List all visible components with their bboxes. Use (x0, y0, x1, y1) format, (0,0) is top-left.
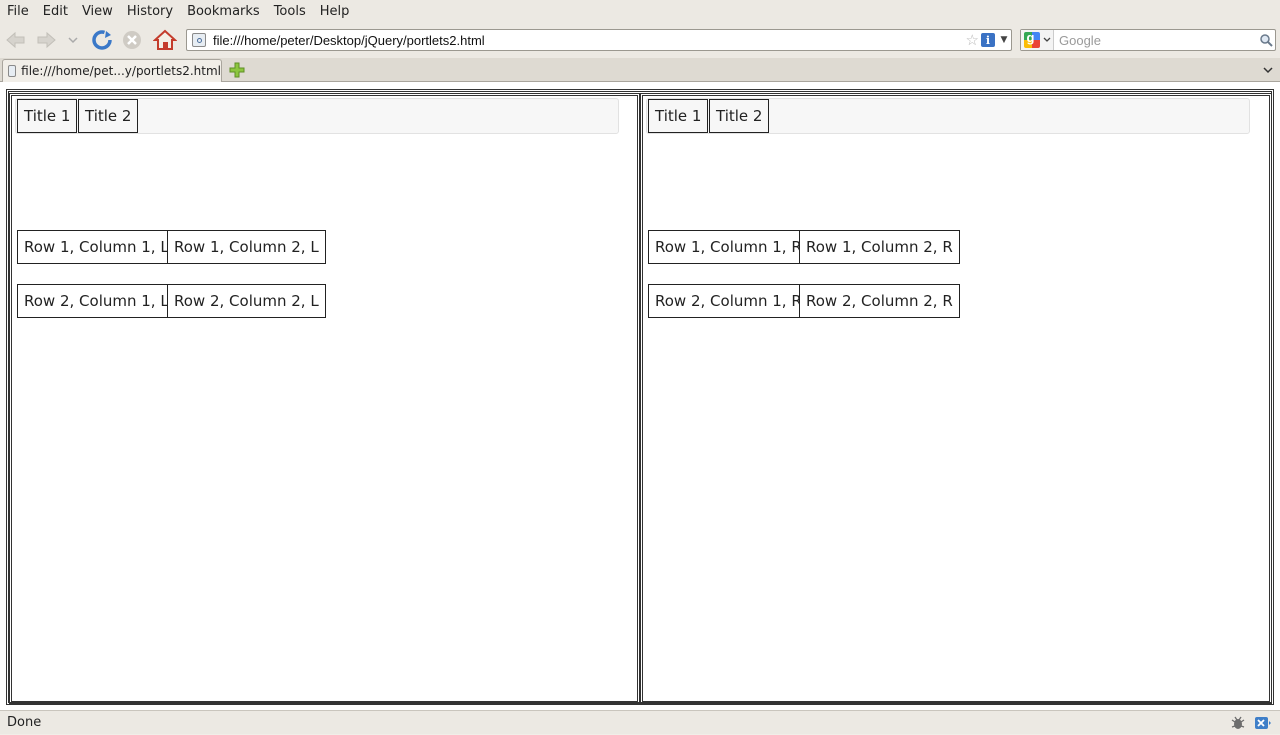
firebug-icon[interactable] (1230, 715, 1246, 735)
menu-edit[interactable]: Edit (36, 4, 75, 19)
tab-list-button[interactable] (1260, 62, 1276, 78)
menu-bar: File Edit View History Bookmarks Tools H… (0, 0, 1280, 22)
url-bar[interactable]: file:///home/peter/Desktop/jQuery/portle… (186, 29, 1012, 51)
stop-icon[interactable] (120, 28, 144, 52)
url-dropdown-icon[interactable]: ▼ (997, 30, 1011, 50)
menu-file[interactable]: File (0, 4, 36, 19)
page-info-icon[interactable]: i (981, 33, 995, 47)
table-cell[interactable]: Row 2, Column 1, R (648, 284, 809, 318)
header-cell-title-1[interactable]: Title 1 (17, 99, 78, 133)
table-cell[interactable]: Row 2, Column 2, L (167, 284, 326, 318)
search-bar[interactable]: Google (1020, 29, 1276, 51)
header-row: Title 1 Title 2 (15, 98, 619, 134)
header-cell-title-2[interactable]: Title 2 (709, 99, 770, 133)
tab-portlets2[interactable]: file:///home/pet...y/portlets2.html (2, 59, 222, 82)
url-text[interactable]: file:///home/peter/Desktop/jQuery/portle… (213, 33, 966, 48)
table-cell[interactable]: Row 1, Column 1, L (17, 230, 176, 264)
plus-icon (229, 62, 245, 78)
portlet-panel-right: Title 1 Title 2 Row 1, Column 1, R Row 1… (640, 93, 1272, 704)
status-icons (1230, 715, 1272, 735)
addon-status-icon[interactable] (1254, 715, 1272, 735)
table-cell[interactable]: Row 1, Column 2, R (799, 230, 960, 264)
tab-strip: file:///home/pet...y/portlets2.html (0, 58, 1280, 82)
table-cell[interactable]: Row 2, Column 1, L (17, 284, 176, 318)
header-row: Title 1 Title 2 (646, 98, 1250, 134)
menu-bookmarks[interactable]: Bookmarks (180, 4, 267, 19)
search-input[interactable]: Google (1059, 33, 1257, 48)
status-text: Done (7, 715, 42, 730)
new-tab-button[interactable] (228, 61, 246, 79)
menu-help[interactable]: Help (313, 4, 357, 19)
search-engine-selector[interactable] (1021, 30, 1054, 50)
page-content: Title 1 Title 2 Row 1, Column 1, L Row 1… (0, 82, 1280, 710)
portlet-panel-left: Title 1 Title 2 Row 1, Column 1, L Row 1… (9, 93, 640, 704)
navigation-toolbar: file:///home/peter/Desktop/jQuery/portle… (0, 22, 1280, 58)
header-cell-title-2[interactable]: Title 2 (78, 99, 139, 133)
chevron-down-icon (1263, 67, 1273, 74)
chevron-down-icon (1043, 37, 1050, 42)
back-icon[interactable] (4, 28, 28, 52)
history-dropdown-icon[interactable] (63, 28, 83, 52)
tab-label: file:///home/pet...y/portlets2.html (21, 64, 221, 78)
menu-view[interactable]: View (75, 4, 120, 19)
menu-history[interactable]: History (120, 4, 180, 19)
table-cell[interactable]: Row 2, Column 2, R (799, 284, 960, 318)
table-cell[interactable]: Row 1, Column 1, R (648, 230, 809, 264)
status-bar: Done (0, 710, 1280, 734)
bookmark-star-icon[interactable]: ☆ (966, 31, 979, 49)
forward-icon[interactable] (34, 28, 58, 52)
search-icon[interactable] (1257, 33, 1275, 47)
google-logo-icon (1023, 30, 1040, 48)
header-cell-title-1[interactable]: Title 1 (648, 99, 709, 133)
table-cell[interactable]: Row 1, Column 2, L (167, 230, 326, 264)
reload-icon[interactable] (90, 28, 114, 52)
home-icon[interactable] (153, 28, 177, 52)
tab-favicon-icon (8, 65, 17, 77)
menu-tools[interactable]: Tools (267, 4, 313, 19)
page-favicon-icon (192, 33, 206, 47)
